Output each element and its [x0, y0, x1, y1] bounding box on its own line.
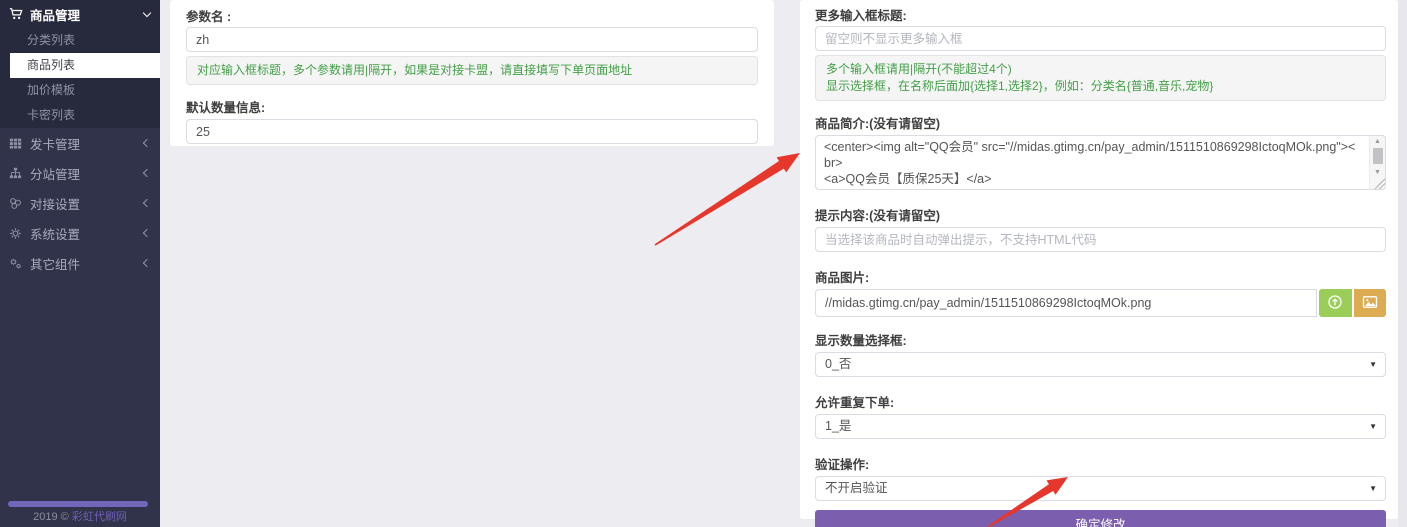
sidebar-item-label: 商品管理 — [30, 5, 80, 24]
param-name-input[interactable] — [186, 27, 758, 52]
image-gallery-button[interactable] — [1354, 289, 1386, 317]
default-qty-label: 默认数量信息: — [186, 97, 758, 116]
red-arrow-icon — [655, 153, 800, 246]
default-qty-input[interactable] — [186, 119, 758, 144]
sidebar-item-label: 其它组件 — [30, 254, 80, 273]
param-name-label: 参数名 : — [186, 6, 758, 25]
cart-icon — [9, 7, 23, 21]
sidebar-item-label: 对接设置 — [30, 194, 80, 213]
select-caret-icon: ▼ — [1369, 415, 1377, 438]
more-inputs-input[interactable] — [815, 26, 1386, 51]
qty-selectbox-value: 0_否 — [825, 357, 851, 371]
gears-icon — [9, 256, 23, 270]
product-image-input[interactable] — [815, 289, 1317, 317]
scrollbar-thumb[interactable] — [1373, 148, 1383, 164]
product-desc-textarea[interactable]: <center><img alt="QQ会员" src="//midas.gti… — [815, 135, 1386, 190]
select-caret-icon: ▼ — [1369, 477, 1377, 500]
footer-year: 2019 © — [33, 511, 72, 523]
resize-handle-icon[interactable] — [1374, 178, 1385, 189]
product-image-group — [815, 289, 1386, 317]
sidebar-item-category-list[interactable]: 分类列表 — [0, 28, 160, 53]
qty-selectbox-select[interactable]: 0_否 ▼ — [815, 352, 1386, 377]
sidebar-item-substation-management[interactable]: 分站管理 — [0, 158, 160, 188]
repeat-order-value: 1_是 — [825, 419, 851, 433]
footer-site-link[interactable]: 彩虹代刷网 — [72, 511, 127, 523]
chevron-left-icon — [143, 229, 151, 237]
sidebar-item-markup-template[interactable]: 加价模板 — [0, 78, 160, 103]
grid-icon — [9, 136, 23, 150]
more-inputs-help-text: 多个输入框请用|隔开(不能超过4个) 显示选择框，在名称后面加{选择1,选择2}… — [815, 55, 1386, 101]
sidebar-item-other-components[interactable]: 其它组件 — [0, 248, 160, 278]
tip-content-input[interactable] — [815, 227, 1386, 252]
verify-action-select[interactable]: 不开启验证 ▼ — [815, 476, 1386, 501]
repeat-order-label: 允许重复下单: — [815, 392, 1386, 411]
sidebar-item-label: 分站管理 — [30, 164, 80, 183]
param-form-card: 参数名 : 对应输入框标题，多个参数请用|隔开，如果是对接卡盟，请直接填写下单页… — [170, 0, 774, 146]
qty-selectbox-label: 显示数量选择框: — [815, 330, 1386, 349]
chevron-left-icon — [143, 169, 151, 177]
verify-action-value: 不开启验证 — [825, 481, 888, 495]
confirm-edit-button[interactable]: 确定修改 — [815, 510, 1386, 527]
chevron-left-icon — [143, 139, 151, 147]
upload-button[interactable] — [1319, 289, 1351, 317]
coins-icon — [9, 196, 23, 210]
sidebar: 商品管理 分类列表 商品列表 加价模板 卡密列表 发卡管理 分站管理 — [0, 0, 160, 527]
sidebar-item-label: 系统设置 — [30, 224, 80, 243]
verify-action-label: 验证操作: — [815, 454, 1386, 473]
product-image-label: 商品图片: — [815, 267, 1386, 286]
sidebar-item-product-management[interactable]: 商品管理 — [0, 0, 160, 28]
sitemap-icon — [9, 166, 23, 180]
upload-icon — [1327, 294, 1343, 313]
chevron-left-icon — [143, 259, 151, 267]
scroll-up-icon[interactable]: ▲ — [1374, 136, 1381, 148]
product-desc-content[interactable]: <center><img alt="QQ会员" src="//midas.gti… — [816, 136, 1369, 189]
admin-page: 商品管理 分类列表 商品列表 加价模板 卡密列表 发卡管理 分站管理 — [0, 0, 1407, 527]
gear-icon — [9, 226, 23, 240]
product-desc-label: 商品简介:(没有请留空) — [815, 113, 1386, 132]
sidebar-item-card-list[interactable]: 卡密列表 — [0, 103, 160, 128]
chevron-down-icon — [143, 8, 151, 16]
sidebar-group-products: 商品管理 分类列表 商品列表 加价模板 卡密列表 — [0, 0, 160, 128]
sidebar-item-product-list[interactable]: 商品列表 — [10, 53, 160, 78]
sidebar-footer-bar — [8, 501, 148, 507]
tip-content-label: 提示内容:(没有请留空) — [815, 205, 1386, 224]
help-line-2: 显示选择框，在名称后面加{选择1,选择2}，例如：分类名{普通,音乐,宠物} — [826, 78, 1375, 95]
sidebar-item-system-settings[interactable]: 系统设置 — [0, 218, 160, 248]
sidebar-item-label: 发卡管理 — [30, 134, 80, 153]
image-icon — [1362, 294, 1378, 313]
param-help-text: 对应输入框标题，多个参数请用|隔开，如果是对接卡盟，请直接填写下单页面地址 — [186, 56, 758, 85]
repeat-order-select[interactable]: 1_是 ▼ — [815, 414, 1386, 439]
page-scrollbar-track[interactable] — [1398, 0, 1407, 527]
sidebar-item-card-management[interactable]: 发卡管理 — [0, 128, 160, 158]
more-inputs-label: 更多输入框标题: — [815, 5, 1386, 24]
sidebar-footer: 2019 © 彩虹代刷网 — [0, 508, 160, 524]
sidebar-item-docking-settings[interactable]: 对接设置 — [0, 188, 160, 218]
help-line-1: 多个输入框请用|隔开(不能超过4个) — [826, 61, 1375, 78]
product-edit-form-card: 更多输入框标题: 多个输入框请用|隔开(不能超过4个) 显示选择框，在名称后面加… — [800, 0, 1398, 519]
chevron-left-icon — [143, 199, 151, 207]
select-caret-icon: ▼ — [1369, 353, 1377, 376]
